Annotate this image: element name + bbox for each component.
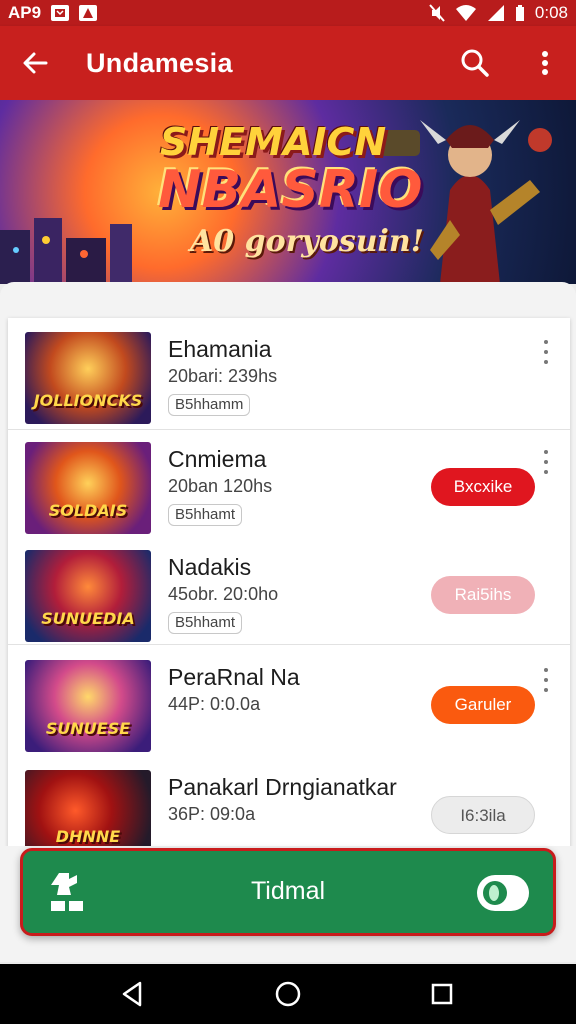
list-item[interactable]: SUNUESE PeraRnal Na 44P: 0:0.0a Garuler [8, 646, 570, 754]
game-meta: 45obr. 20:0ho [168, 584, 279, 604]
list-item[interactable]: JOLLIONCKS Ehamania 20bari: 239hs B5hham… [8, 318, 570, 426]
game-tag: B5hhamt [168, 612, 243, 634]
divider [8, 644, 570, 645]
back-triangle-icon[interactable] [116, 978, 148, 1010]
item-action-button[interactable]: I6:3ila [431, 796, 535, 834]
item-more-icon[interactable] [536, 450, 556, 474]
notification-icon [51, 5, 70, 21]
toggle-knob [483, 881, 507, 905]
alert-icon [79, 5, 98, 21]
item-more-icon[interactable] [536, 668, 556, 692]
item-action-button[interactable]: Garuler [431, 686, 535, 724]
mute-icon [429, 4, 445, 22]
game-thumbnail: SUNUEDIA [25, 550, 151, 642]
recents-square-icon[interactable] [426, 978, 458, 1010]
game-tag: B5hhamm [168, 394, 251, 416]
status-bar: AP9 0:08 [0, 0, 576, 26]
app-title: Undamesia [86, 47, 233, 78]
banner-title-line2: NBASRIO [158, 160, 423, 220]
status-right: 0:08 [429, 3, 568, 23]
system-nav-bar [0, 964, 576, 1024]
search-icon[interactable] [452, 40, 498, 86]
battery-icon [515, 5, 524, 21]
list-item[interactable]: SOLDAIS Cnmiema 20ban 120hs B5hhamt Bxcx… [8, 428, 570, 536]
thumbnail-title: JOLLIONCKS [33, 391, 143, 410]
promo-banner[interactable]: SHEMAICN NBASRIO A0 goryosuin! [0, 100, 576, 284]
thumbnail-title: DHNNE [55, 827, 121, 846]
status-time: 0:08 [534, 3, 568, 22]
game-meta: 20ban 120hs [168, 476, 273, 496]
more-vert-icon[interactable] [522, 40, 568, 86]
game-meta: 36P: 09:0a [168, 804, 256, 824]
game-thumbnail: SOLDAIS [25, 442, 151, 534]
game-meta: 20bari: 239hs [168, 366, 278, 386]
bottom-action-button[interactable]: Tidmal [20, 848, 556, 936]
game-name: Cnmiema [168, 446, 267, 472]
game-name: Ehamania [168, 336, 272, 362]
item-action-button[interactable]: Bxcxike [431, 468, 535, 506]
thumbnail-title: SUNUESE [45, 719, 131, 738]
game-meta: 44P: 0:0.0a [168, 694, 261, 714]
app-bar: Undamesia [0, 26, 576, 100]
game-thumbnail: SUNUESE [25, 660, 151, 752]
game-name: Panakarl Drngianatkar [168, 774, 397, 800]
toggle-switch[interactable] [477, 875, 529, 911]
item-more-icon[interactable] [536, 340, 556, 364]
game-name: Nadakis [168, 554, 252, 580]
signal-icon [487, 5, 504, 21]
status-left: AP9 [8, 3, 98, 23]
game-thumbnail: JOLLIONCKS [25, 332, 151, 424]
list-item[interactable]: SUNUEDIA Nadakis 45obr. 20:0ho B5hhamt R… [8, 536, 570, 644]
wifi-icon [455, 5, 476, 21]
back-arrow-icon[interactable] [0, 26, 70, 100]
status-carrier-text: AP9 [8, 3, 42, 22]
banner-title-line1: SHEMAICN [160, 120, 387, 164]
thumbnail-title: SOLDAIS [48, 501, 128, 520]
item-action-button[interactable]: Rai5ihs [431, 576, 535, 614]
banner-subtitle: A0 goryosuin! [190, 224, 424, 259]
thumbnail-title: SUNUEDIA [41, 609, 135, 628]
home-circle-icon[interactable] [272, 978, 304, 1010]
banner-city-art [0, 218, 132, 284]
bottom-action-label: Tidmal [250, 877, 326, 905]
game-tag: B5hhamt [168, 504, 243, 526]
game-name: PeraRnal Na [168, 664, 300, 690]
